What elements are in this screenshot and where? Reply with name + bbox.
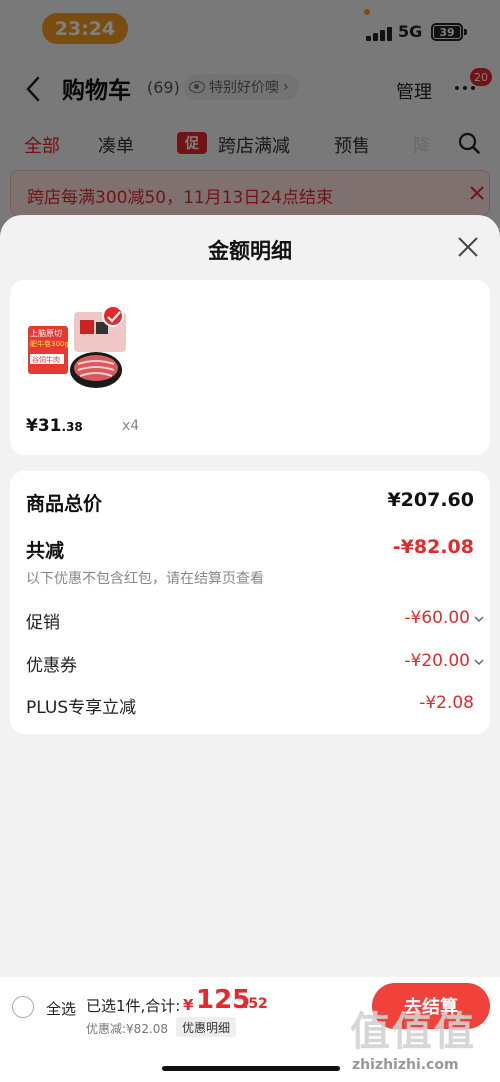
plus-discount-label: PLUS专享立减	[26, 698, 137, 718]
total-price-value: ¥207.60	[387, 489, 474, 511]
reduction-note: 以下优惠不包含红包，请在结算页查看	[26, 571, 264, 587]
sheet-title: 金额明细	[208, 239, 292, 263]
site-watermark: 值值值 zhizhizhi.com	[350, 999, 490, 1079]
thumb-text-2: 肥牛卷300g	[30, 339, 69, 348]
product-price: ¥31.38	[26, 416, 83, 436]
total-price-label: 商品总价	[26, 493, 103, 515]
close-icon[interactable]	[458, 237, 478, 257]
amount-detail-sheet: 金额明细 上脑原切 肥牛卷300g 谷饲牛肉 ¥31.38 x4 商品总价 ¥2…	[0, 215, 500, 1082]
chevron-down-icon[interactable]	[474, 615, 484, 623]
thumbnail-check-badge	[102, 305, 124, 327]
thumb-text-1: 上脑原切	[30, 328, 62, 338]
amount-detail-card: 商品总价 ¥207.60 共减 -¥82.08 以下优惠不包含红包，请在结算页查…	[10, 471, 490, 734]
thumb-text-3: 谷饲牛肉	[32, 355, 60, 364]
total-amount-decimal: .52	[243, 996, 268, 1012]
chevron-down-icon[interactable]	[474, 658, 484, 666]
discount-summary: 优惠减:¥82.08	[86, 1022, 169, 1036]
promotion-value[interactable]: -¥60.00	[404, 608, 470, 628]
total-reduction-value: -¥82.08	[392, 536, 474, 558]
total-currency: ¥	[183, 996, 194, 1014]
plus-discount-value: -¥2.08	[419, 693, 474, 713]
select-all-label[interactable]: 全选	[46, 998, 76, 1019]
product-quantity: x4	[122, 418, 140, 434]
coupon-label: 优惠券	[26, 656, 77, 676]
coupon-value[interactable]: -¥20.00	[404, 651, 470, 671]
promotion-label: 促销	[26, 613, 60, 633]
total-reduction-label: 共减	[26, 540, 65, 562]
price-currency: ¥	[26, 416, 38, 436]
home-indicator[interactable]	[162, 1066, 340, 1071]
discount-detail-button[interactable]: 优惠明细	[176, 1017, 237, 1037]
price-integer: 31	[37, 416, 62, 436]
select-all-radio[interactable]	[12, 996, 34, 1018]
checkout-bar: 全选 已选1件,合计: ¥ 125 .52 优惠减:¥82.08 优惠明细 去结…	[0, 977, 500, 1082]
watermark-url: zhizhizhi.com	[352, 1057, 459, 1073]
watermark-logo: 值值值	[350, 1009, 476, 1055]
selected-summary: 已选1件,合计:	[86, 997, 181, 1015]
product-card: 上脑原切 肥牛卷300g 谷饲牛肉 ¥31.38 x4	[10, 280, 490, 455]
price-decimal: .38	[61, 420, 83, 434]
